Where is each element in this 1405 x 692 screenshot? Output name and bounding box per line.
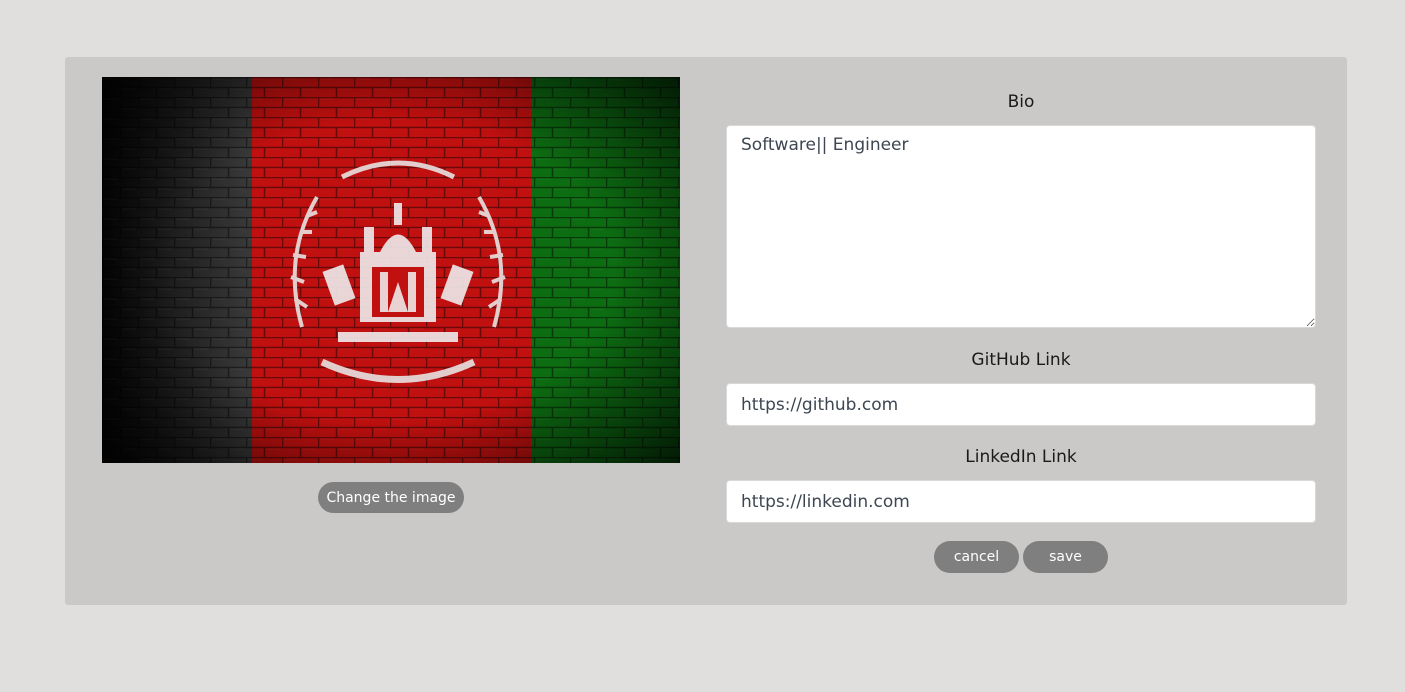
- github-label: GitHub Link: [971, 350, 1071, 370]
- profile-image: [102, 77, 680, 463]
- cancel-button[interactable]: cancel: [934, 541, 1019, 573]
- edit-profile-card: Change the image Bio Software|| Engineer…: [65, 57, 1347, 605]
- bio-textarea[interactable]: Software|| Engineer: [726, 125, 1316, 328]
- linkedin-link-input[interactable]: [726, 480, 1316, 523]
- bio-label: Bio: [1007, 92, 1035, 112]
- save-button[interactable]: save: [1023, 541, 1108, 573]
- change-image-button[interactable]: Change the image: [318, 482, 464, 513]
- profile-image-column: Change the image: [102, 77, 680, 513]
- github-link-input[interactable]: [726, 383, 1316, 426]
- linkedin-label: LinkedIn Link: [965, 447, 1077, 467]
